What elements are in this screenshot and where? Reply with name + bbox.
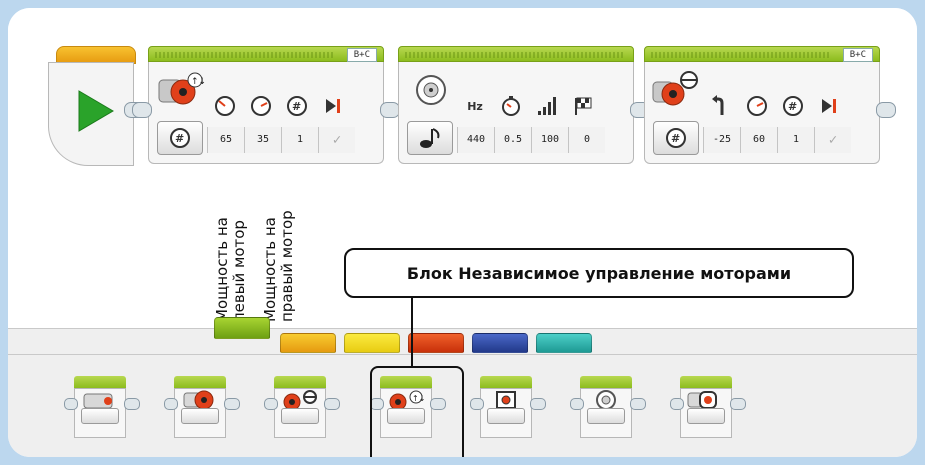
flag-icon: [565, 94, 601, 118]
palette-tab-action[interactable]: [214, 317, 270, 339]
mode-selector[interactable]: [407, 121, 453, 155]
tank-output-plug[interactable]: [380, 102, 400, 118]
power-gauge-icon: [739, 94, 775, 118]
independent-motor-icon[interactable]: ↑↓: [155, 70, 205, 110]
svg-text:↑↓: ↑↓: [191, 77, 205, 87]
power-gauge-icon: [207, 94, 243, 118]
block-body: Hz 440 0.5 100 0: [398, 62, 634, 164]
rotations-value[interactable]: 1: [281, 127, 318, 153]
svg-text:#: #: [671, 132, 680, 145]
steering-motor-icon[interactable]: [651, 70, 701, 110]
palette-move-steering[interactable]: [264, 376, 340, 438]
mode-selector[interactable]: #: [653, 121, 699, 155]
rotations-count-icon: #: [279, 94, 315, 118]
steering-value[interactable]: -25: [703, 127, 740, 153]
volume-value[interactable]: 100: [531, 127, 568, 153]
frequency-value[interactable]: 440: [457, 127, 494, 153]
note-icon: [420, 128, 440, 148]
mode-selector[interactable]: #: [157, 121, 203, 155]
svg-text:#: #: [292, 100, 301, 113]
timer-icon: [493, 94, 529, 118]
tank-block[interactable]: B+C ↑↓ # # 65 35 1 ✓: [148, 46, 384, 164]
screenshot-frame: B+C ↑↓ # # 65 35 1 ✓ Hz 440 0.5 100 0 B+…: [0, 0, 925, 465]
palette-tab-advanced[interactable]: [472, 333, 528, 353]
palette-medium-motor[interactable]: [64, 376, 140, 438]
power-value[interactable]: 60: [740, 127, 777, 153]
program-canvas[interactable]: B+C ↑↓ # # 65 35 1 ✓ Hz 440 0.5 100 0 B+…: [8, 8, 917, 322]
rotations-count-icon: #: [775, 94, 811, 118]
speaker-icon[interactable]: [407, 70, 457, 110]
left-motor-power-label: Мощность на левый мотор: [213, 217, 248, 322]
sound-block[interactable]: Hz 440 0.5 100 0: [398, 46, 634, 164]
block-body: ↑↓ # # 65 35 1 ✓: [148, 62, 384, 164]
start-block[interactable]: [48, 46, 144, 166]
brake-value[interactable]: ✓: [318, 127, 355, 153]
palette-large-motor[interactable]: [164, 376, 240, 438]
svg-text:#: #: [175, 132, 184, 145]
hz-label: Hz: [467, 99, 483, 113]
play-type-value[interactable]: 0: [568, 127, 605, 153]
palette-tab-myblocks[interactable]: [536, 333, 592, 353]
play-icon[interactable]: [75, 89, 115, 133]
port-selector[interactable]: B+C: [346, 48, 377, 62]
steering-arrow-icon: [703, 94, 739, 118]
palette-divider: [8, 354, 917, 355]
block-body: # # -25 60 1 ✓: [644, 62, 880, 164]
svg-text:#: #: [788, 100, 797, 113]
volume-bars-icon: [529, 94, 565, 118]
palette-display[interactable]: [470, 376, 546, 438]
palette-tab-data[interactable]: [408, 333, 464, 353]
left-power-value[interactable]: 65: [207, 127, 244, 153]
palette-tab-sensor[interactable]: [344, 333, 400, 353]
start-block-body: [48, 62, 134, 166]
palette-tab-flow[interactable]: [280, 333, 336, 353]
rotations-value[interactable]: 1: [777, 127, 814, 153]
selected-palette-block-highlight: [370, 366, 464, 457]
palette-sound[interactable]: [570, 376, 646, 438]
tank-input-plug[interactable]: [132, 102, 152, 118]
brake-value[interactable]: ✓: [814, 127, 851, 153]
callout-pointer: [411, 298, 413, 366]
block-header: B+C: [644, 46, 880, 62]
steering-output-plug[interactable]: [876, 102, 896, 118]
brake-icon: [811, 94, 847, 118]
brake-icon: [315, 94, 351, 118]
rotations-count-icon: #: [666, 128, 686, 148]
power-gauge-icon: [243, 94, 279, 118]
right-motor-power-label: Мощность на правый мотор: [261, 210, 296, 322]
right-power-value[interactable]: 35: [244, 127, 281, 153]
block-header: B+C: [148, 46, 384, 62]
ev3-programming-window: B+C ↑↓ # # 65 35 1 ✓ Hz 440 0.5 100 0 B+…: [8, 8, 917, 457]
port-selector[interactable]: B+C: [842, 48, 873, 62]
rotations-count-icon: #: [170, 128, 190, 148]
duration-value[interactable]: 0.5: [494, 127, 531, 153]
steering-block[interactable]: B+C # # -25 60 1 ✓: [644, 46, 880, 164]
palette-brick-status-light[interactable]: [670, 376, 746, 438]
block-header: [398, 46, 634, 62]
callout-box: Блок Независимое управление моторами: [344, 248, 854, 298]
